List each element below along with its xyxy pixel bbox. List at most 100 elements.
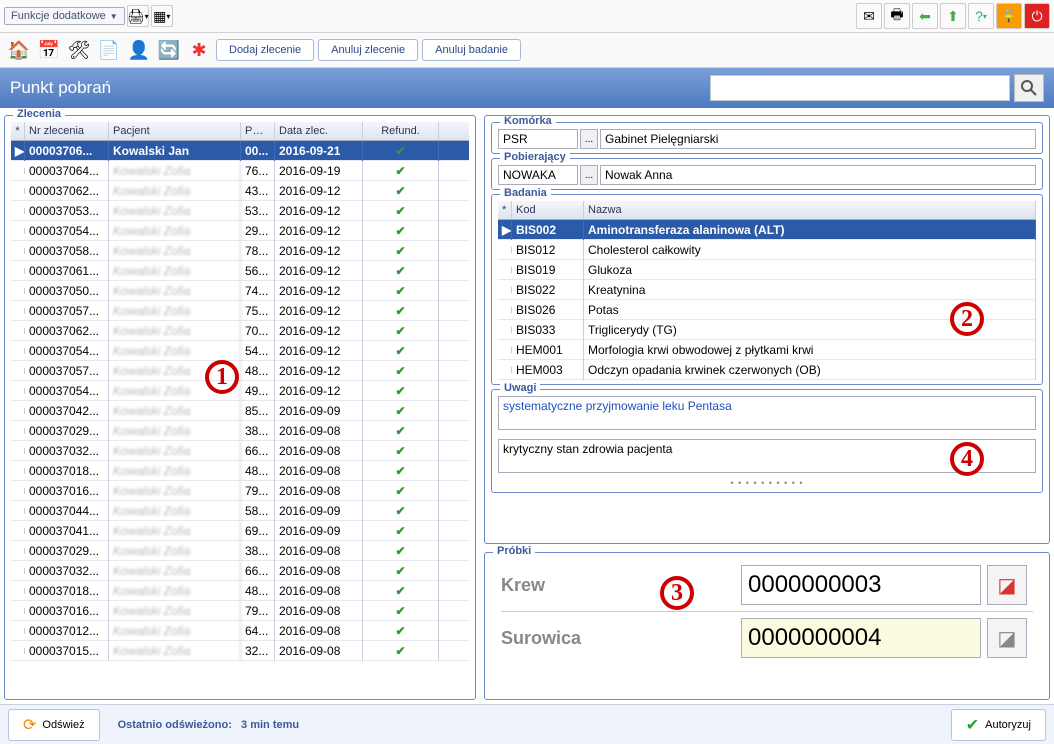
sample-erase-krew[interactable]: ◪ xyxy=(987,565,1027,605)
pobierajacy-name-input[interactable] xyxy=(600,165,1036,185)
table-row[interactable]: HEM003Odczyn opadania krwinek czerwonych… xyxy=(498,360,1036,380)
zlecenia-col-refund[interactable]: Refund. xyxy=(363,122,439,140)
table-row[interactable]: BIS022Kreatynina xyxy=(498,280,1036,300)
sample-erase-surowica[interactable]: ◪ xyxy=(987,618,1027,658)
table-row[interactable]: 000037054...Kowalski Zofia54...2016-09-1… xyxy=(11,341,469,361)
table-row[interactable]: 000037057...Kowalski Zofia48...2016-09-1… xyxy=(11,361,469,381)
table-row[interactable]: 000037061...Kowalski Zofia56...2016-09-1… xyxy=(11,261,469,281)
probki-legend: Próbki xyxy=(493,545,535,557)
zlecenia-col-pacjent[interactable]: Pacjent xyxy=(109,122,241,140)
table-row[interactable]: BIS012Cholesterol całkowity xyxy=(498,240,1036,260)
details-panel: Komórka ... Pobierający ... Badania xyxy=(484,115,1050,544)
zlecenia-legend: Zlecenia xyxy=(13,108,65,120)
table-row[interactable]: 000037018...Kowalski Zofia48...2016-09-0… xyxy=(11,581,469,601)
odswiez-button[interactable]: ⟳ Odśwież xyxy=(8,709,100,741)
table-row[interactable]: 000037057...Kowalski Zofia75...2016-09-1… xyxy=(11,301,469,321)
table-row[interactable]: 000037062...Kowalski Zofia43...2016-09-1… xyxy=(11,181,469,201)
sample-label-surowica: Surowica xyxy=(501,628,741,649)
funkcje-dodatkowe-dropdown[interactable]: Funkcje dodatkowe ▼ xyxy=(4,7,125,25)
help-icon[interactable]: ?▾ xyxy=(968,3,994,29)
sample-input-krew[interactable] xyxy=(741,565,981,605)
home-icon[interactable]: 🏠 xyxy=(6,37,32,63)
doc-icon[interactable]: 📄 xyxy=(96,37,122,63)
action-toolbar: 🏠 📅 🛠 📄 👤 🔄 ✱ Dodaj zlecenie Anuluj zlec… xyxy=(0,33,1054,68)
table-row[interactable]: 000037058...Kowalski Zofia78...2016-09-1… xyxy=(11,241,469,261)
mail-icon[interactable]: ✉ xyxy=(856,3,882,29)
status-value: 3 min temu xyxy=(241,719,299,731)
table-row[interactable]: 000037042...Kowalski Zofia85...2016-09-0… xyxy=(11,401,469,421)
table-row[interactable]: 000037041...Kowalski Zofia69...2016-09-0… xyxy=(11,521,469,541)
printer-icon[interactable]: 🖶 xyxy=(884,3,910,29)
sample-row-krew: Krew ◪ xyxy=(491,559,1043,611)
zlecenia-grid: * Nr zlecenia Pacjent PESEL Data zlec. R… xyxy=(11,122,469,695)
search-button[interactable] xyxy=(1014,74,1044,102)
status-text: Ostatnio odświeżono: 3 min temu xyxy=(118,719,300,731)
table-row[interactable]: 000037016...Kowalski Zofia79...2016-09-0… xyxy=(11,601,469,621)
komorka-legend: Komórka xyxy=(500,115,556,127)
badania-legend: Badania xyxy=(500,187,551,199)
table-row[interactable]: 000037029...Kowalski Zofia38...2016-09-0… xyxy=(11,421,469,441)
calendar-icon[interactable]: 📅 xyxy=(36,37,62,63)
table-row[interactable]: BIS033Triglicerydy (TG) xyxy=(498,320,1036,340)
table-row[interactable]: 000037032...Kowalski Zofia66...2016-09-0… xyxy=(11,441,469,461)
zlecenia-col-selector[interactable]: * xyxy=(11,122,25,140)
power-icon[interactable]: ⏻ xyxy=(1024,3,1050,29)
zlecenia-col-nr[interactable]: Nr zlecenia xyxy=(25,122,109,140)
komorka-code-input[interactable] xyxy=(498,129,578,149)
badania-col-kod[interactable]: Kod xyxy=(512,201,584,219)
komorka-lookup-button[interactable]: ... xyxy=(580,129,598,149)
table-row[interactable]: 000037012...Kowalski Zofia64...2016-09-0… xyxy=(11,621,469,641)
pobierajacy-lookup-button[interactable]: ... xyxy=(580,165,598,185)
authorize-icon: ✔ xyxy=(966,715,979,735)
odswiez-label: Odśwież xyxy=(42,719,84,731)
table-row[interactable]: 000037044...Kowalski Zofia58...2016-09-0… xyxy=(11,501,469,521)
table-row[interactable]: 000037018...Kowalski Zofia48...2016-09-0… xyxy=(11,461,469,481)
pobierajacy-legend: Pobierający xyxy=(500,151,570,163)
refresh-icon[interactable]: 🔄 xyxy=(156,37,182,63)
table-row[interactable]: 000037015...Kowalski Zofia32...2016-09-0… xyxy=(11,641,469,661)
autoryzuj-button[interactable]: ✔ Autoryzuj xyxy=(951,709,1046,741)
back-icon[interactable]: ⬅ xyxy=(912,3,938,29)
layout-dropdown[interactable]: ▦▾ xyxy=(151,5,173,27)
table-row[interactable]: 000037054...Kowalski Zofia29...2016-09-1… xyxy=(11,221,469,241)
table-row[interactable]: 000037016...Kowalski Zofia79...2016-09-0… xyxy=(11,481,469,501)
title-bar: Punkt pobrań xyxy=(0,68,1054,108)
table-row[interactable]: BIS026Potas xyxy=(498,300,1036,320)
table-row[interactable]: ▶00003706...Kowalski Jan00...2016-09-21✔ xyxy=(11,141,469,161)
zlecenia-col-pesel[interactable]: PESEL xyxy=(241,122,275,140)
badania-col-nazwa[interactable]: Nazwa xyxy=(584,201,1036,219)
table-row[interactable]: 000037054...Kowalski Zofia49...2016-09-1… xyxy=(11,381,469,401)
uwagi-note2-textarea[interactable]: krytyczny stan zdrowia pacjenta xyxy=(498,439,1036,473)
zlecenia-body[interactable]: ▶00003706...Kowalski Jan00...2016-09-21✔… xyxy=(11,141,469,695)
table-row[interactable]: 000037064...Kowalski Zofia76...2016-09-1… xyxy=(11,161,469,181)
badania-fieldset: Badania * Kod Nazwa ▶BIS002Aminotransfer… xyxy=(491,194,1043,385)
dodaj-zlecenie-button[interactable]: Dodaj zlecenie xyxy=(216,39,314,61)
anuluj-badanie-button[interactable]: Anuluj badanie xyxy=(422,39,521,61)
table-row[interactable]: BIS019Glukoza xyxy=(498,260,1036,280)
user-icon[interactable]: 👤 xyxy=(126,37,152,63)
sample-label-krew: Krew xyxy=(501,575,741,596)
sample-input-surowica[interactable] xyxy=(741,618,981,658)
table-row[interactable]: 000037032...Kowalski Zofia66...2016-09-0… xyxy=(11,561,469,581)
up-icon[interactable]: ⬆ xyxy=(940,3,966,29)
sample-row-surowica: Surowica ◪ xyxy=(491,612,1043,664)
lock-icon[interactable]: 🔒 xyxy=(996,3,1022,29)
zlecenia-col-data[interactable]: Data zlec. xyxy=(275,122,363,140)
star-icon[interactable]: ✱ xyxy=(186,37,212,63)
pobierajacy-code-input[interactable] xyxy=(498,165,578,185)
badania-col-selector[interactable]: * xyxy=(498,201,512,219)
eraser-icon: ◪ xyxy=(998,626,1017,651)
uwagi-note1-textarea[interactable]: systematyczne przyjmowanie leku Pentasa xyxy=(498,396,1036,430)
table-row[interactable]: 000037053...Kowalski Zofia53...2016-09-1… xyxy=(11,201,469,221)
table-row[interactable]: 000037029...Kowalski Zofia38...2016-09-0… xyxy=(11,541,469,561)
table-row[interactable]: 000037062...Kowalski Zofia70...2016-09-1… xyxy=(11,321,469,341)
table-row[interactable]: ▶BIS002Aminotransferaza alaninowa (ALT) xyxy=(498,220,1036,240)
anuluj-zlecenie-button[interactable]: Anuluj zlecenie xyxy=(318,39,418,61)
tool-icon[interactable]: 🛠 xyxy=(66,37,92,63)
table-row[interactable]: 000037050...Kowalski Zofia74...2016-09-1… xyxy=(11,281,469,301)
table-row[interactable]: HEM001Morfologia krwi obwodowej z płytka… xyxy=(498,340,1036,360)
komorka-name-input[interactable] xyxy=(600,129,1036,149)
badania-body[interactable]: ▶BIS002Aminotransferaza alaninowa (ALT)B… xyxy=(498,220,1036,380)
global-search-input[interactable] xyxy=(710,75,1010,101)
print-dropdown[interactable]: 🖨▾ xyxy=(127,5,149,27)
